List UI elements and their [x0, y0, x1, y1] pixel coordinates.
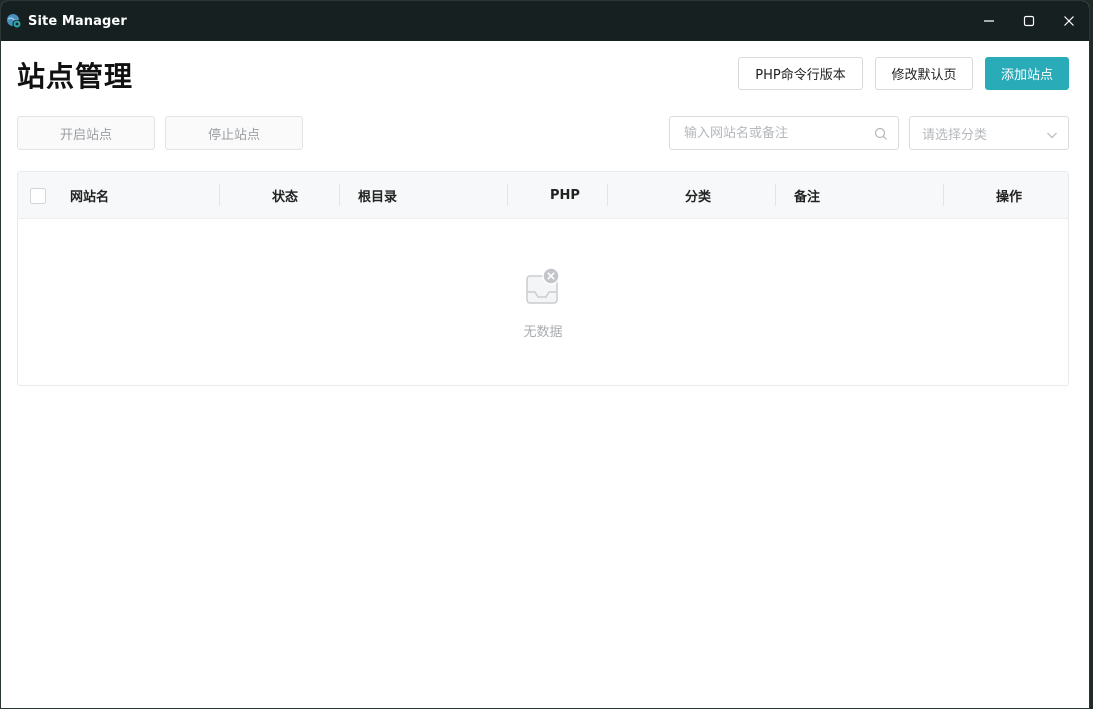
minimize-icon	[983, 12, 995, 31]
window-controls	[969, 1, 1089, 41]
close-button[interactable]	[1049, 1, 1089, 41]
select-all-checkbox[interactable]	[30, 188, 46, 204]
start-site-button[interactable]: 开启站点	[17, 116, 155, 150]
column-header-site-name[interactable]: 网站名	[70, 172, 109, 219]
category-select-placeholder: 请选择分类	[922, 127, 988, 143]
close-icon	[1063, 12, 1075, 31]
table-header: 网站名 状态 根目录 PHP 分类 备注 操作	[18, 172, 1068, 219]
empty-state: 无数据	[18, 267, 1068, 340]
app-window: Site Manager 站点管理 PHP命令行版本 修改默认页 添加站点 开启…	[0, 0, 1090, 709]
maximize-icon	[1023, 12, 1035, 31]
search-field[interactable]	[669, 116, 899, 150]
title-bar[interactable]: Site Manager	[1, 1, 1089, 41]
globe-gear-icon	[6, 13, 22, 29]
column-divider[interactable]	[607, 184, 608, 206]
maximize-button[interactable]	[1009, 1, 1049, 41]
category-select[interactable]: 请选择分类	[909, 116, 1069, 150]
add-site-button[interactable]: 添加站点	[985, 57, 1069, 90]
minimize-button[interactable]	[969, 1, 1009, 41]
empty-inbox-icon	[523, 267, 563, 311]
window-title: Site Manager	[28, 13, 127, 29]
php-cli-version-button[interactable]: PHP命令行版本	[738, 57, 863, 90]
column-header-remark[interactable]: 备注	[794, 172, 820, 219]
column-divider[interactable]	[775, 184, 776, 206]
column-divider[interactable]	[943, 184, 944, 206]
column-header-status[interactable]: 状态	[272, 172, 298, 219]
header-actions: PHP命令行版本 修改默认页 添加站点	[738, 57, 1069, 90]
column-divider[interactable]	[339, 184, 340, 206]
column-header-php[interactable]: PHP	[550, 172, 580, 219]
column-divider[interactable]	[507, 184, 508, 206]
column-divider[interactable]	[219, 184, 220, 206]
sites-table: 网站名 状态 根目录 PHP 分类 备注 操作 无数据	[17, 171, 1069, 386]
empty-state-text: 无数据	[523, 325, 563, 340]
page-title: 站点管理	[17, 60, 134, 93]
column-header-actions: 操作	[996, 190, 1023, 205]
chevron-down-icon	[1046, 129, 1058, 139]
column-header-root-dir[interactable]: 根目录	[358, 172, 397, 219]
toolbar: 开启站点 停止站点 请选择分类	[17, 116, 1069, 150]
search-icon[interactable]	[874, 126, 888, 140]
column-header-category[interactable]: 分类	[685, 172, 711, 219]
search-input[interactable]	[682, 124, 862, 142]
stop-site-button[interactable]: 停止站点	[165, 116, 303, 150]
edit-default-page-button[interactable]: 修改默认页	[875, 57, 973, 90]
